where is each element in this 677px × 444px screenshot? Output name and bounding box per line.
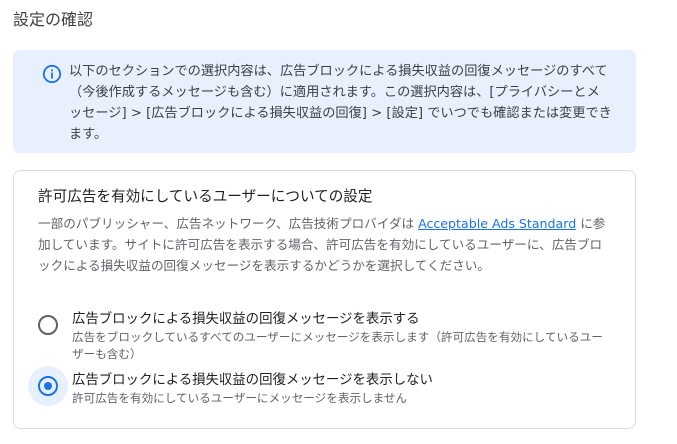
info-banner: 以下のセクションでの選択内容は、広告ブロックによる損失収益の回復メッセージのすべ… — [13, 50, 636, 153]
radio-option-sublabel: 広告をブロックしているすべてのユーザーにメッセージを表示します（許可広告を有効に… — [72, 330, 603, 361]
info-banner-text: 以下のセクションでの選択内容は、広告ブロックによる損失収益の回復メッセージのすべ… — [69, 64, 612, 142]
allowlisted-ads-settings-card: 許可広告を有効にしているユーザーについての設定 一部のパブリッシャー、広告ネット… — [13, 170, 636, 429]
radio-option-label: 広告ブロックによる損失収益の回復メッセージを表示する — [72, 312, 420, 327]
radio-option-label: 広告ブロックによる損失収益の回復メッセージを表示しない — [72, 373, 433, 388]
page-title: 設定の確認 — [13, 10, 94, 29]
radio-button-checked[interactable] — [38, 376, 58, 396]
radio-checked-dot — [44, 382, 52, 390]
radio-option-sublabel: 許可広告を有効にしているユーザーにメッセージを表示しません — [72, 391, 408, 405]
section-description: 一部のパブリッシャー、広告ネットワーク、広告技術プロバイダは Acceptabl… — [38, 213, 611, 276]
description-text-before-link: 一部のパブリッシャー、広告ネットワーク、広告技術プロバイダは — [38, 216, 419, 231]
radio-button-unchecked[interactable] — [38, 315, 58, 335]
acceptable-ads-standard-link[interactable]: Acceptable Ads Standard — [418, 216, 576, 231]
section-title: 許可広告を有効にしているユーザーについての設定 — [38, 188, 373, 205]
info-icon — [42, 64, 62, 84]
